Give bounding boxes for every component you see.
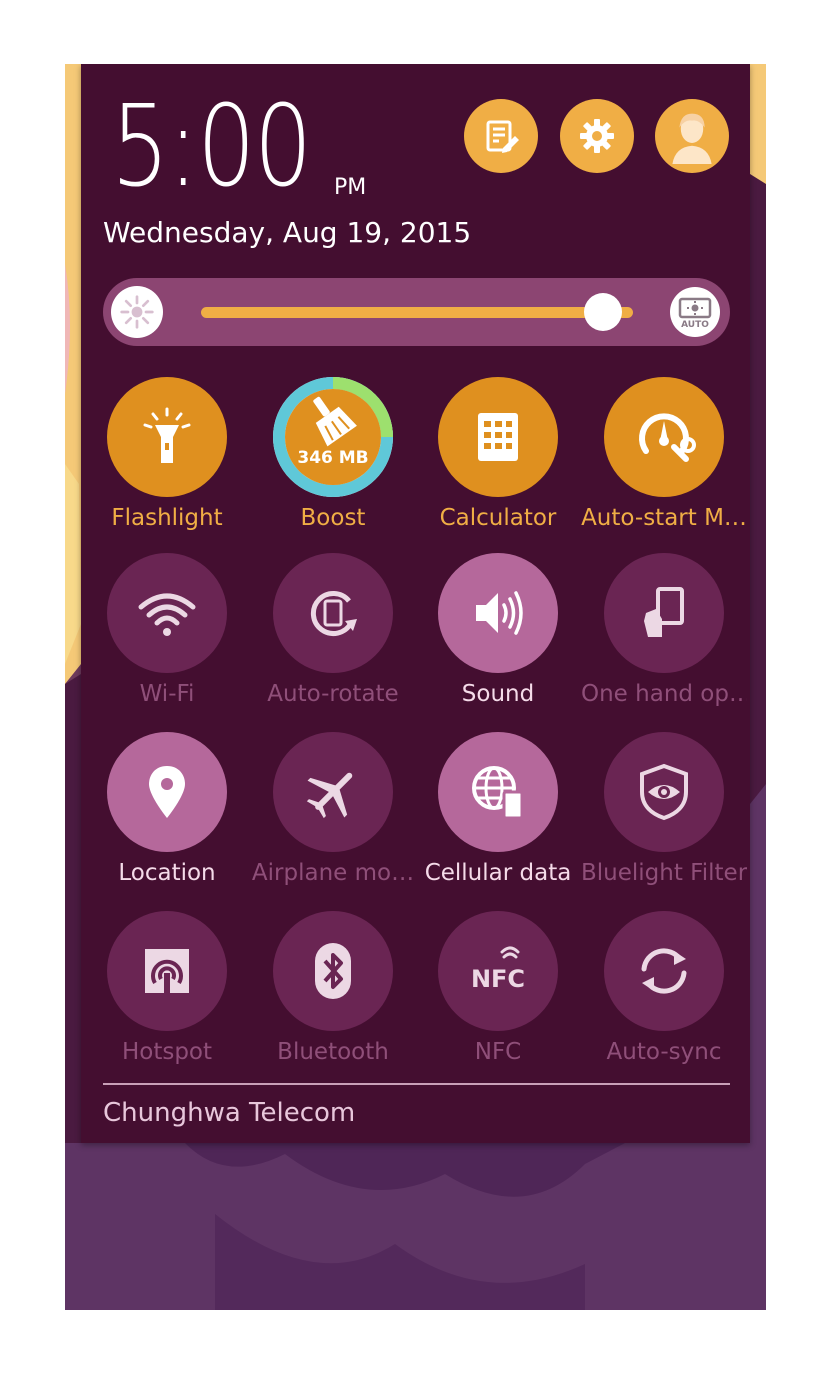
tile-boost[interactable]: 346 MB Boost <box>250 377 416 547</box>
tile-auto-rotate-label: Auto-rotate <box>267 681 399 707</box>
user-avatar-button[interactable] <box>655 99 729 173</box>
one-hand-operation-icon <box>644 587 684 637</box>
tile-location-label: Location <box>118 860 216 886</box>
tile-airplane-mode[interactable]: Airplane mo… <box>250 732 416 902</box>
tile-sound-label: Sound <box>461 681 535 707</box>
panel-divider <box>103 1083 730 1085</box>
tile-airplane-mode-button[interactable] <box>273 732 393 852</box>
tile-nfc-label: NFC <box>474 1039 522 1065</box>
bluelight-filter-eye-icon <box>640 763 688 821</box>
tile-bluetooth-button[interactable] <box>273 911 393 1031</box>
wifi-icon <box>138 593 196 636</box>
tile-wifi-button[interactable] <box>107 553 227 673</box>
tile-hotspot-label: Hotspot <box>121 1039 213 1065</box>
tile-wifi[interactable]: Wi-Fi <box>84 553 250 723</box>
phone-screen: 5:00 PM Wednesday, Aug 19, 2015 AUTO Fla… <box>65 64 766 1310</box>
tile-cellular-data[interactable]: Cellular data <box>415 732 581 902</box>
tile-airplane-mode-label: Airplane mo… <box>251 860 415 886</box>
quick-settings-panel: 5:00 PM Wednesday, Aug 19, 2015 AUTO Fla… <box>81 64 750 1143</box>
settings-button[interactable] <box>560 99 634 173</box>
tile-calculator[interactable]: Calculator <box>415 377 581 547</box>
boost-memory-value: 346 MB <box>297 448 369 468</box>
tile-bluelight-filter-label: Bluelight Filter <box>581 860 747 886</box>
auto-brightness-icon: AUTO <box>678 297 712 330</box>
carrier-name: Chunghwa Telecom <box>103 1098 356 1128</box>
tile-nfc-button[interactable]: NFC <box>438 911 558 1031</box>
tile-auto-sync-button[interactable] <box>604 911 724 1031</box>
auto-brightness-label: AUTO <box>681 320 709 330</box>
brightness-slider-thumb[interactable] <box>583 293 622 331</box>
clock-date: Wednesday, Aug 19, 2015 <box>103 216 472 249</box>
tile-boost-button[interactable]: 346 MB <box>273 377 393 497</box>
edit-notes-button[interactable] <box>464 99 538 173</box>
auto-brightness-button[interactable]: AUTO <box>670 287 720 337</box>
bluetooth-icon <box>315 943 351 999</box>
location-pin-icon <box>149 766 185 818</box>
tile-auto-rotate-button[interactable] <box>273 553 393 673</box>
auto-rotate-icon <box>310 591 357 636</box>
tile-one-hand-operation-button[interactable] <box>604 553 724 673</box>
tile-auto-start-manager-label: Auto-start M… <box>581 505 747 531</box>
brightness-slider-track[interactable] <box>201 307 633 318</box>
tile-flashlight[interactable]: Flashlight <box>84 377 250 547</box>
svg-text:NFC: NFC <box>471 965 525 993</box>
tile-location-button[interactable] <box>107 732 227 852</box>
tile-bluetooth-label: Bluetooth <box>277 1039 389 1065</box>
tile-wifi-label: Wi-Fi <box>139 681 195 707</box>
edit-notes-icon <box>486 120 519 153</box>
brightness-bar: AUTO <box>103 278 730 346</box>
boost-broom-icon <box>313 396 357 447</box>
flashlight-icon <box>143 407 191 463</box>
tile-bluelight-filter[interactable]: Bluelight Filter <box>581 732 747 902</box>
tile-nfc[interactable]: NFC NFC <box>415 911 581 1081</box>
auto-start-manager-icon <box>639 413 696 462</box>
tile-calculator-label: Calculator <box>439 505 557 531</box>
tile-cellular-data-label: Cellular data <box>424 860 572 886</box>
tile-flashlight-button[interactable] <box>107 377 227 497</box>
tile-calculator-button[interactable] <box>438 377 558 497</box>
tile-cellular-data-button[interactable] <box>438 732 558 852</box>
tile-bluetooth[interactable]: Bluetooth <box>250 911 416 1081</box>
tile-sound-button[interactable] <box>438 553 558 673</box>
airplane-icon <box>306 772 353 819</box>
tile-hotspot[interactable]: Hotspot <box>84 911 250 1081</box>
auto-sync-icon <box>641 948 687 994</box>
settings-gear-icon <box>580 119 614 153</box>
calculator-icon <box>478 413 518 461</box>
tile-boost-label: Boost <box>300 505 366 531</box>
brightness-sun-icon <box>111 286 163 338</box>
cellular-data-globe-icon <box>472 766 524 820</box>
hotspot-icon <box>145 949 189 993</box>
tile-auto-rotate[interactable]: Auto-rotate <box>250 553 416 723</box>
tile-hotspot-button[interactable] <box>107 911 227 1031</box>
tile-auto-start-manager[interactable]: Auto-start M… <box>581 377 747 547</box>
tile-location[interactable]: Location <box>84 732 250 902</box>
tile-bluelight-filter-button[interactable] <box>604 732 724 852</box>
tile-one-hand-operation[interactable]: One hand op… <box>581 553 747 723</box>
tile-one-hand-operation-label: One hand op… <box>581 681 747 707</box>
clock-time: 5:00 <box>111 82 312 212</box>
user-avatar-icon <box>672 113 712 164</box>
nfc-icon: NFC <box>471 946 525 993</box>
sound-icon <box>476 591 523 635</box>
tile-auto-sync-label: Auto-sync <box>606 1039 722 1065</box>
clock-ampm: PM <box>334 175 367 200</box>
tile-flashlight-label: Flashlight <box>111 505 223 531</box>
tile-sound[interactable]: Sound <box>415 553 581 723</box>
tile-auto-start-manager-button[interactable] <box>604 377 724 497</box>
tile-auto-sync[interactable]: Auto-sync <box>581 911 747 1081</box>
